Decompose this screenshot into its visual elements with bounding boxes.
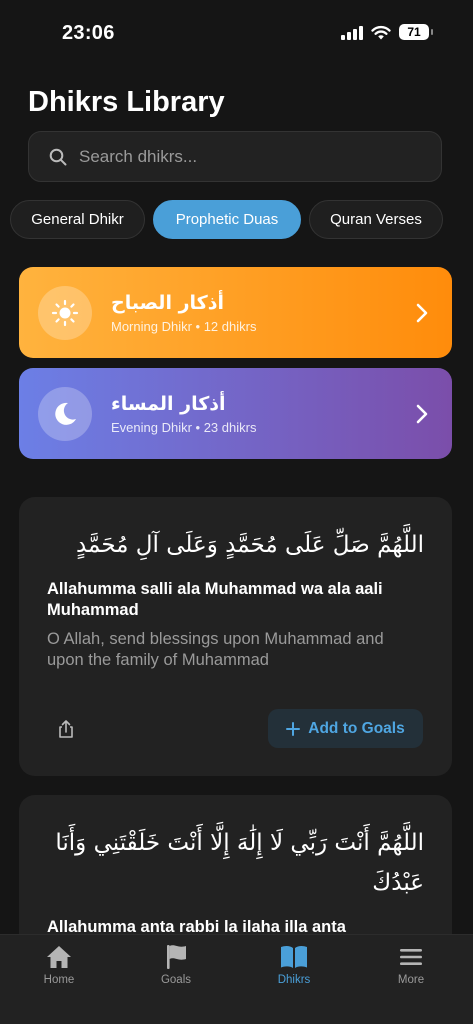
add-to-goals-button[interactable]: Add to Goals xyxy=(268,709,423,748)
category-tabs: General Dhikr Prophetic Duas Quran Verse… xyxy=(10,200,443,239)
collection-title: أذكار الصباح xyxy=(111,291,224,314)
nav-more[interactable]: More xyxy=(366,935,456,986)
book-icon xyxy=(281,945,307,968)
cellular-signal-icon xyxy=(341,25,363,40)
moon-icon xyxy=(38,386,92,441)
battery-indicator: 71 xyxy=(399,24,433,40)
dua-card: اللَّهُمَّ صَلِّ عَلَى مُحَمَّدٍ وَعَلَى… xyxy=(19,497,452,776)
nav-home[interactable]: Home xyxy=(14,935,104,986)
sun-icon xyxy=(38,285,92,340)
dua-transliteration: Allahumma anta rabbi la ilaha illa anta xyxy=(47,918,346,936)
nav-dhikrs[interactable]: Dhikrs xyxy=(249,935,339,986)
tab-prophetic-duas[interactable]: Prophetic Duas xyxy=(153,200,301,239)
tab-quran-verses[interactable]: Quran Verses xyxy=(309,200,443,239)
status-bar: 23:06 71 xyxy=(0,0,473,70)
status-time: 23:06 xyxy=(62,22,115,44)
nav-label: More xyxy=(397,974,425,986)
collection-title: أذكار المساء xyxy=(111,392,226,415)
plus-icon xyxy=(286,721,301,736)
dua-translation: O Allah, send blessings upon Muhammad an… xyxy=(47,630,384,669)
morning-dhikr-card[interactable]: أذكار الصباح Morning Dhikr • 12 dhikrs xyxy=(19,267,452,358)
search-input[interactable] xyxy=(79,146,399,167)
chevron-right-icon xyxy=(416,404,428,423)
dua-arabic-text: اللَّهُمَّ صَلِّ عَلَى مُحَمَّدٍ وَعَلَى… xyxy=(75,532,424,558)
wifi-icon xyxy=(371,25,391,39)
evening-dhikr-card[interactable]: أذكار المساء Evening Dhikr • 23 dhikrs xyxy=(19,368,452,459)
flag-icon xyxy=(167,945,186,969)
nav-label: Home xyxy=(43,974,75,986)
home-icon xyxy=(47,946,71,968)
search-bar[interactable] xyxy=(28,131,442,182)
status-icons: 71 xyxy=(341,24,433,40)
collection-subtitle: Morning Dhikr • 12 dhikrs xyxy=(111,318,257,334)
dua-arabic-text: اللَّهُمَّ أَنْتَ رَبِّي لَا إِلَٰهَ إِل… xyxy=(55,830,424,896)
nav-label: Dhikrs xyxy=(277,974,311,986)
menu-icon xyxy=(400,949,422,965)
search-icon xyxy=(49,148,67,165)
collection-subtitle: Evening Dhikr • 23 dhikrs xyxy=(111,419,257,435)
dua-transliteration: Allahumma salli ala Muhammad wa ala aali… xyxy=(47,580,383,619)
share-icon[interactable] xyxy=(57,719,75,739)
tab-general-dhikr[interactable]: General Dhikr xyxy=(10,200,145,239)
page-title: Dhikrs Library xyxy=(28,86,225,118)
nav-label: Goals xyxy=(160,974,192,986)
nav-goals[interactable]: Goals xyxy=(131,935,221,986)
chevron-right-icon xyxy=(416,303,428,322)
bottom-nav: Home Goals Dhikrs More xyxy=(0,934,473,1024)
add-to-goals-label: Add to Goals xyxy=(308,719,405,737)
